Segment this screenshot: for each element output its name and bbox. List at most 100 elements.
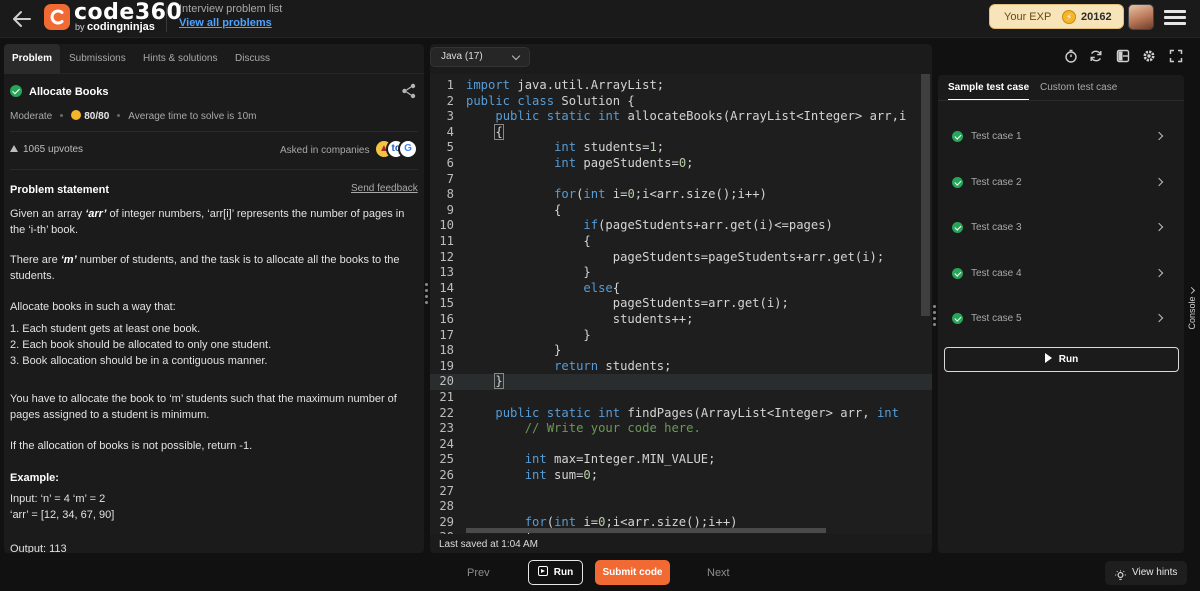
tab-problem[interactable]: Problem [4, 44, 61, 74]
code-line[interactable]: 3 public static int allocateBooks(ArrayL… [430, 109, 932, 125]
tab-sample-test-case[interactable]: Sample test case [948, 75, 1030, 101]
code-editor[interactable]: 1 import java.util.ArrayList; 2 public clas… [430, 74, 932, 534]
gear-icon[interactable] [1142, 49, 1156, 63]
hamburger-menu-icon[interactable] [1164, 7, 1186, 29]
code-line[interactable]: 25 int max=Integer.MIN_VALUE; [430, 452, 932, 468]
line-number: 13 [439, 265, 454, 280]
solved-check-icon [10, 85, 22, 97]
code-text: import java.util.ArrayList; [466, 78, 665, 92]
test-case-item[interactable]: Test case 3 [952, 218, 1174, 238]
code-line[interactable]: 10 if(pageStudents+arr.get(i)<=pages) [430, 218, 932, 234]
layout-icon[interactable] [1116, 49, 1130, 63]
test-case-item[interactable]: Test case 5 [952, 309, 1174, 329]
code-text: if(pageStudents+arr.get(i)<=pages) [583, 218, 833, 233]
line-number: 27 [439, 483, 454, 498]
line-number: 19 [439, 358, 454, 373]
code-text: int pageStudents=0; [554, 156, 694, 170]
tab-custom-test-case[interactable]: Custom test case [1040, 75, 1117, 101]
check-icon [952, 131, 963, 142]
tab-hints-solutions[interactable]: Hints & solutions [135, 44, 225, 74]
refresh-icon[interactable] [1089, 49, 1103, 63]
code-line[interactable]: 11 { [430, 234, 932, 250]
code-line[interactable]: 7 [430, 172, 932, 188]
upvote-button[interactable]: 1065 upvotes [10, 144, 83, 155]
submit-code-button[interactable]: Submit code [595, 560, 670, 585]
code-line[interactable]: 4 { [430, 123, 932, 141]
test-case-item[interactable]: Test case 1 [952, 127, 1174, 147]
line-number: 3 [446, 109, 454, 124]
editor-vertical-scrollbar[interactable] [921, 74, 930, 316]
code-line[interactable]: 1 import java.util.ArrayList; [430, 78, 932, 94]
send-feedback-link[interactable]: Send feedback [351, 183, 418, 194]
run-button[interactable]: Run [528, 560, 583, 585]
asked-in-companies-label: Asked in companies [280, 145, 370, 156]
code360-logo[interactable]: code360 by codingninjas [44, 0, 182, 35]
line-number: 23 [439, 421, 454, 436]
code-line[interactable]: 19 return students; [430, 359, 932, 375]
chevron-right-icon [1154, 222, 1164, 232]
code-line[interactable]: 15 pageStudents=arr.get(i); [430, 296, 932, 312]
chevron-right-icon [1154, 131, 1164, 141]
tab-submissions[interactable]: Submissions [61, 44, 134, 74]
score-label: 80/80 [84, 111, 110, 122]
code-line[interactable]: 23 // Write your code here. [430, 421, 932, 437]
code-line[interactable]: 6 int pageStudents=0; [430, 156, 932, 172]
language-select[interactable]: Java (17) [430, 47, 530, 67]
view-hints-button[interactable]: View hints [1105, 561, 1187, 585]
code-line[interactable]: 17 } [430, 328, 932, 344]
code-text: public class Solution { [466, 93, 635, 108]
code-line[interactable]: 16 students++; [430, 312, 932, 328]
share-icon[interactable] [400, 82, 418, 100]
run-tests-button[interactable]: Run [944, 347, 1179, 372]
problem-panel: Problem Submissions Hints & solutions Di… [4, 44, 424, 553]
line-number: 18 [439, 343, 454, 358]
line-number: 10 [439, 218, 454, 233]
code-line[interactable]: 13 } [430, 265, 932, 281]
test-case-label: Test case 3 [971, 222, 1022, 233]
line-number: 26 [439, 468, 454, 482]
run-icon [537, 566, 548, 576]
code-line[interactable]: 5 int students=1; [430, 140, 932, 156]
right-panel-resize-handle[interactable] [933, 305, 937, 329]
code-line[interactable]: 18 } [430, 343, 932, 359]
exp-badge[interactable]: Your EXP ⚡ 20162 [989, 4, 1124, 29]
company-logos[interactable]: ▲ tc G [374, 139, 420, 161]
code-text: { [466, 202, 562, 217]
code-line[interactable]: 21 [430, 390, 932, 406]
code-line[interactable]: 24 [430, 437, 932, 453]
left-panel-resize-handle[interactable] [425, 283, 429, 307]
language-value: Java (17) [441, 51, 483, 62]
test-case-item[interactable]: Test case 2 [952, 173, 1174, 193]
code-editor-panel: Java (17) 1 import java.util.ArrayList; 2 p… [430, 44, 932, 553]
code-line[interactable]: 14 else{ [430, 281, 932, 297]
check-icon [952, 313, 963, 324]
console-toggle[interactable]: Console [1187, 286, 1199, 346]
code-text: for(int i=0;i<arr.size();i++) [554, 187, 767, 202]
check-icon [952, 222, 963, 233]
chevron-down-icon [511, 51, 521, 61]
code-line[interactable]: 12 pageStudents=pageStudents+arr.get(i); [430, 250, 932, 266]
code-line[interactable]: 26 int sum=0; [430, 468, 932, 484]
editor-horizontal-scrollbar[interactable] [466, 528, 826, 533]
code-line[interactable]: 9 { [430, 203, 932, 219]
code-line[interactable]: 2 public class Solution { [430, 94, 932, 110]
header-divider [166, 6, 167, 32]
code-line[interactable]: 20 } [430, 373, 932, 390]
view-all-problems-link[interactable]: View all problems [179, 17, 272, 29]
back-arrow-icon[interactable] [10, 7, 34, 31]
prev-button[interactable]: Prev [467, 567, 490, 579]
code-line[interactable]: 28 [430, 499, 932, 515]
code-line[interactable]: 8 for(int i=0;i<arr.size();i++) [430, 187, 932, 203]
user-avatar[interactable] [1128, 4, 1154, 30]
logo-subtitle: by codingninjas [75, 21, 155, 33]
code-text: { [494, 123, 504, 140]
code-line[interactable]: 27 [430, 484, 932, 500]
tab-discuss[interactable]: Discuss [227, 44, 278, 74]
test-case-item[interactable]: Test case 4 [952, 264, 1174, 284]
tabs-divider [938, 100, 1184, 101]
next-button[interactable]: Next [707, 567, 730, 579]
line-number: 15 [439, 296, 454, 311]
fullscreen-icon[interactable] [1169, 49, 1183, 63]
code-line[interactable]: 22 public static int findPages(ArrayList… [430, 406, 932, 422]
timer-icon[interactable] [1064, 49, 1078, 63]
